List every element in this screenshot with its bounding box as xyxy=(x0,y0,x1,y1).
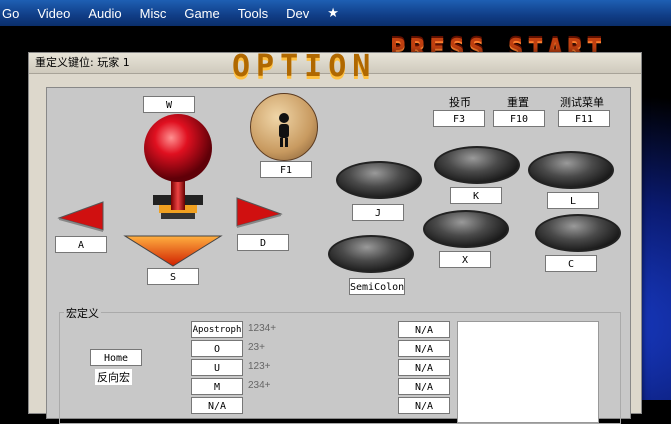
test-menu-label: 测试菜单 xyxy=(560,96,604,109)
menu-tools[interactable]: Tools xyxy=(238,6,268,21)
macro-row-3-seq: 123+ xyxy=(248,361,271,372)
reset-key[interactable]: F10 xyxy=(493,110,545,127)
action-button-x[interactable] xyxy=(423,210,509,248)
joystick-left-key[interactable]: A xyxy=(55,236,107,253)
macro-sequence-area[interactable] xyxy=(457,321,599,423)
joystick-down-arrow-icon xyxy=(123,235,223,267)
coin-button-person-icon[interactable] xyxy=(250,93,318,161)
menu-favorite-star-icon[interactable]: ★ xyxy=(327,5,339,21)
menu-game[interactable]: Game xyxy=(184,6,219,21)
macro-group: 宏定义 Home 反向宏 Apostroph 1234+ N/A O 23+ N… xyxy=(59,305,621,424)
macro-row-1-assign[interactable]: N/A xyxy=(398,321,450,338)
reset-label: 重置 xyxy=(507,96,529,109)
macro-row-4-seq: 234+ xyxy=(248,380,271,391)
macro-row-3-key[interactable]: U xyxy=(191,359,243,376)
macro-row-1-key[interactable]: Apostroph xyxy=(191,321,243,338)
menu-bar: Go Video Audio Misc Game Tools Dev ★ xyxy=(0,0,671,26)
action-button-k[interactable] xyxy=(434,146,520,184)
joystick-left-arrow-icon xyxy=(57,201,104,232)
macro-row-4-assign[interactable]: N/A xyxy=(398,378,450,395)
macro-row-2-seq: 23+ xyxy=(248,342,265,353)
action-button-c[interactable] xyxy=(535,214,621,252)
action-button-j[interactable] xyxy=(336,161,422,199)
action-button-x-key[interactable]: X xyxy=(439,251,491,268)
action-button-l[interactable] xyxy=(528,151,614,189)
action-button-semicolon-key[interactable]: SemiColon xyxy=(349,278,405,295)
macro-home-key[interactable]: Home xyxy=(90,349,142,366)
reverse-macro-label: 反向宏 xyxy=(95,369,132,385)
action-button-l-key[interactable]: L xyxy=(547,192,599,209)
joystick-right-key[interactable]: D xyxy=(237,234,289,251)
action-button-c-key[interactable]: C xyxy=(545,255,597,272)
insert-coin-key[interactable]: F3 xyxy=(433,110,485,127)
insert-coin-label: 投币 xyxy=(449,96,471,109)
macro-row-2-key[interactable]: O xyxy=(191,340,243,357)
coin-button-key[interactable]: F1 xyxy=(260,161,312,178)
menu-go[interactable]: Go xyxy=(2,6,19,21)
menu-audio[interactable]: Audio xyxy=(88,6,121,21)
macro-row-3-assign[interactable]: N/A xyxy=(398,359,450,376)
macro-row-4-key[interactable]: M xyxy=(191,378,243,395)
action-button-semicolon[interactable] xyxy=(328,235,414,273)
controller-panel: W S A D F1 投币 F3 重置 F10 测试菜单 F11 J K L S… xyxy=(46,87,631,424)
option-text: OPTION xyxy=(232,49,377,84)
key-remap-dialog: 重定义键位: 玩家 1 W S A D F1 投币 F3 重置 F10 测试菜单… xyxy=(28,52,642,424)
action-button-k-key[interactable]: K xyxy=(450,187,502,204)
joystick-down-key[interactable]: S xyxy=(147,268,199,285)
menu-misc[interactable]: Misc xyxy=(140,6,167,21)
menu-video[interactable]: Video xyxy=(37,6,70,21)
macro-row-2-assign[interactable]: N/A xyxy=(398,340,450,357)
joystick-right-arrow-icon xyxy=(236,197,283,228)
macro-legend: 宏定义 xyxy=(64,305,101,321)
macro-row-1-seq: 1234+ xyxy=(248,323,277,334)
menu-dev[interactable]: Dev xyxy=(286,6,309,21)
action-button-j-key[interactable]: J xyxy=(352,204,404,221)
test-menu-key[interactable]: F11 xyxy=(558,110,610,127)
